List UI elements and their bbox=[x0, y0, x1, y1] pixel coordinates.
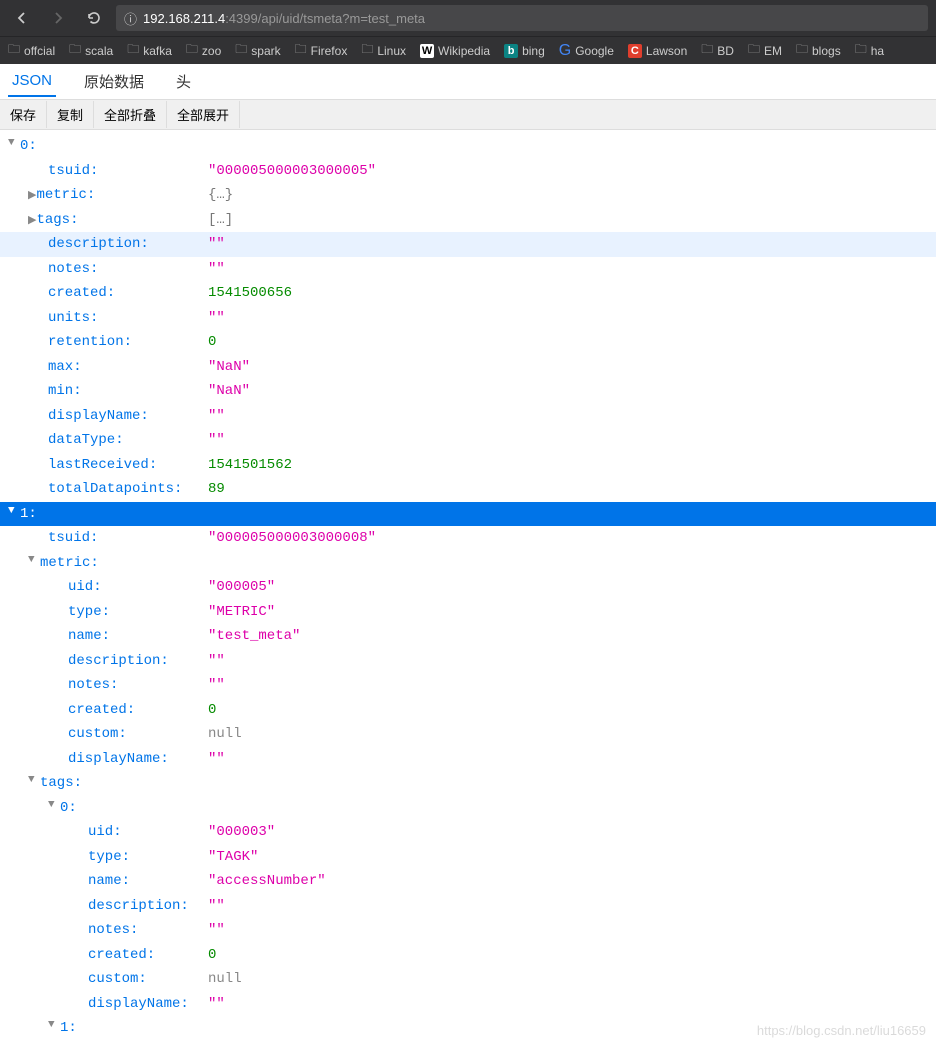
json-row[interactable]: ▼tags: bbox=[0, 771, 936, 796]
json-row[interactable]: displayName:"" bbox=[0, 404, 936, 429]
json-row[interactable]: displayName:"" bbox=[0, 747, 936, 772]
json-row[interactable]: totalDatapoints:89 bbox=[0, 477, 936, 502]
json-toolbar: 保存 复制 全部折叠 全部展开 bbox=[0, 100, 936, 130]
back-button[interactable] bbox=[8, 4, 36, 32]
json-row[interactable]: tsuid:"000005000003000005" bbox=[0, 159, 936, 184]
json-row[interactable]: uid:"000005" bbox=[0, 575, 936, 600]
folder-icon: 🗀 bbox=[295, 40, 307, 61]
bookmark-item[interactable]: 🗀offcial bbox=[8, 40, 55, 61]
watermark: https://blog.csdn.net/liu16659 bbox=[757, 1023, 926, 1038]
json-row[interactable]: ▼0: bbox=[0, 134, 936, 159]
bookmark-item[interactable]: 🗀kafka bbox=[127, 40, 172, 61]
json-row[interactable]: description:"" bbox=[0, 649, 936, 674]
url-port: :4399 bbox=[225, 11, 258, 26]
folder-icon: 🗀 bbox=[8, 40, 20, 61]
json-row[interactable]: custom:null bbox=[0, 722, 936, 747]
bookmarks-bar: 🗀offcial 🗀scala 🗀kafka 🗀zoo 🗀spark 🗀Fire… bbox=[0, 36, 936, 64]
json-row[interactable]: ▼metric: bbox=[0, 551, 936, 576]
json-row[interactable]: ▶tags:[…] bbox=[0, 208, 936, 233]
json-row[interactable]: displayName:"" bbox=[0, 992, 936, 1017]
bookmark-item[interactable]: bbing bbox=[504, 44, 545, 58]
bookmark-item[interactable]: 🗀scala bbox=[69, 40, 113, 61]
url-path: /api/uid/tsmeta?m=test_meta bbox=[258, 11, 425, 26]
json-row[interactable]: notes:"" bbox=[0, 257, 936, 282]
folder-icon: 🗀 bbox=[69, 40, 81, 61]
json-row[interactable]: uid:"000003" bbox=[0, 820, 936, 845]
toggle-icon[interactable]: ▼ bbox=[8, 502, 20, 527]
json-row[interactable]: created:1541500656 bbox=[0, 281, 936, 306]
tab-raw[interactable]: 原始数据 bbox=[80, 65, 148, 98]
json-row[interactable]: retention:0 bbox=[0, 330, 936, 355]
bookmark-item[interactable]: 🗀ha bbox=[855, 40, 884, 61]
wikipedia-icon: W bbox=[420, 44, 434, 58]
folder-icon: 🗀 bbox=[855, 40, 867, 61]
folder-icon: 🗀 bbox=[186, 40, 198, 61]
folder-icon: 🗀 bbox=[127, 40, 139, 61]
json-row[interactable]: description:"" bbox=[0, 894, 936, 919]
expand-all-button[interactable]: 全部展开 bbox=[167, 101, 240, 128]
json-row[interactable]: description:"" bbox=[0, 232, 936, 257]
response-tabs: JSON 原始数据 头 bbox=[0, 64, 936, 100]
json-row[interactable]: ▼0: bbox=[0, 796, 936, 821]
json-row[interactable]: ▼1: bbox=[0, 502, 936, 527]
folder-icon: 🗀 bbox=[235, 40, 247, 61]
folder-icon: 🗀 bbox=[796, 40, 808, 61]
toggle-icon[interactable]: ▼ bbox=[48, 796, 60, 821]
copy-button[interactable]: 复制 bbox=[47, 101, 94, 128]
tab-headers[interactable]: 头 bbox=[172, 65, 195, 98]
folder-icon: 🗀 bbox=[701, 40, 713, 61]
json-row[interactable]: dataType:"" bbox=[0, 428, 936, 453]
folder-icon: 🗀 bbox=[748, 40, 760, 61]
json-row[interactable]: type:"TAGK" bbox=[0, 845, 936, 870]
json-row[interactable]: notes:"" bbox=[0, 673, 936, 698]
json-row[interactable]: units:"" bbox=[0, 306, 936, 331]
toggle-icon[interactable]: ▼ bbox=[28, 771, 40, 796]
bookmark-item[interactable]: 🗀EM bbox=[748, 40, 782, 61]
folder-icon: 🗀 bbox=[361, 40, 373, 61]
collapse-all-button[interactable]: 全部折叠 bbox=[94, 101, 167, 128]
bing-icon: b bbox=[504, 44, 518, 58]
toggle-icon[interactable]: ▼ bbox=[48, 1016, 60, 1041]
json-row[interactable]: min:"NaN" bbox=[0, 379, 936, 404]
json-viewer: ▼0: tsuid:"000005000003000005" ▶metric:{… bbox=[0, 130, 936, 1045]
url-bar[interactable]: ⓘ 192.168.211.4:4399/api/uid/tsmeta?m=te… bbox=[116, 5, 928, 31]
json-row[interactable]: custom:null bbox=[0, 967, 936, 992]
toggle-icon[interactable]: ▼ bbox=[28, 551, 40, 576]
bookmark-item[interactable]: CLawson bbox=[628, 44, 687, 58]
json-row[interactable]: created:0 bbox=[0, 943, 936, 968]
bookmark-item[interactable]: 🗀zoo bbox=[186, 40, 221, 61]
forward-button[interactable] bbox=[44, 4, 72, 32]
bookmark-item[interactable]: GGoogle bbox=[559, 42, 614, 60]
json-row[interactable]: name:"accessNumber" bbox=[0, 869, 936, 894]
bookmark-item[interactable]: 🗀Linux bbox=[361, 40, 406, 61]
save-button[interactable]: 保存 bbox=[0, 101, 47, 128]
bookmark-item[interactable]: 🗀BD bbox=[701, 40, 734, 61]
json-row[interactable]: lastReceived:1541501562 bbox=[0, 453, 936, 478]
json-row[interactable]: ▶metric:{…} bbox=[0, 183, 936, 208]
browser-toolbar: ⓘ 192.168.211.4:4399/api/uid/tsmeta?m=te… bbox=[0, 0, 936, 36]
bookmark-item[interactable]: 🗀spark bbox=[235, 40, 280, 61]
json-row[interactable]: name:"test_meta" bbox=[0, 624, 936, 649]
json-row[interactable]: notes:"" bbox=[0, 918, 936, 943]
json-row[interactable]: type:"METRIC" bbox=[0, 600, 936, 625]
lawson-icon: C bbox=[628, 44, 642, 58]
toggle-icon[interactable]: ▼ bbox=[8, 134, 20, 159]
json-row[interactable]: created:0 bbox=[0, 698, 936, 723]
json-row[interactable]: max:"NaN" bbox=[0, 355, 936, 380]
bookmark-item[interactable]: WWikipedia bbox=[420, 44, 490, 58]
bookmark-item[interactable]: 🗀blogs bbox=[796, 40, 841, 61]
tab-json[interactable]: JSON bbox=[8, 66, 56, 97]
url-host: 192.168.211.4 bbox=[143, 11, 225, 26]
google-icon: G bbox=[559, 42, 571, 60]
json-row[interactable]: tsuid:"000005000003000008" bbox=[0, 526, 936, 551]
info-icon[interactable]: ⓘ bbox=[124, 9, 137, 28]
bookmark-item[interactable]: 🗀Firefox bbox=[295, 40, 348, 61]
reload-button[interactable] bbox=[80, 4, 108, 32]
